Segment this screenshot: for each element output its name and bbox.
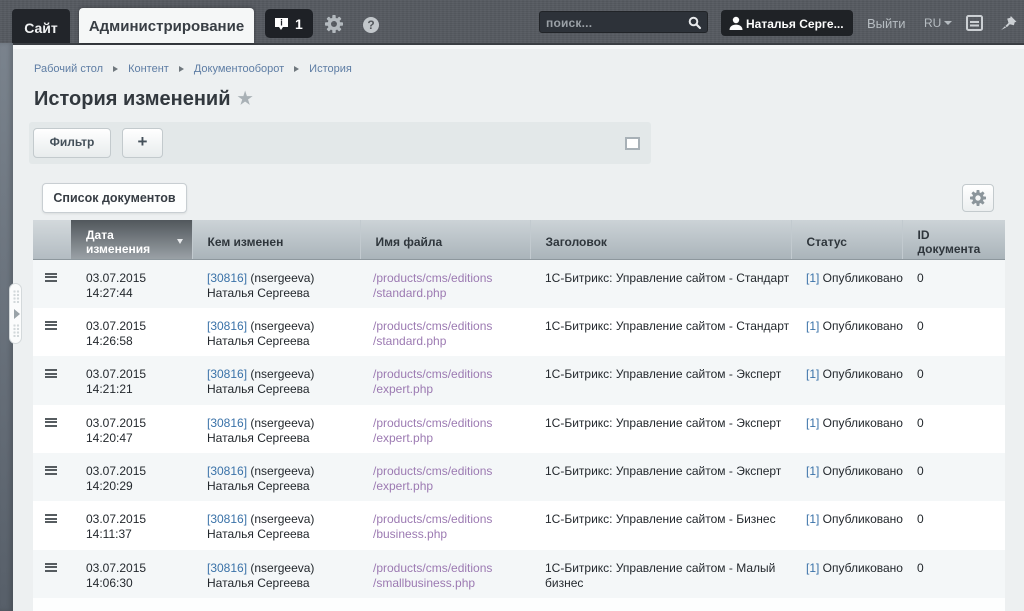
svg-text:i: i [280, 18, 283, 28]
